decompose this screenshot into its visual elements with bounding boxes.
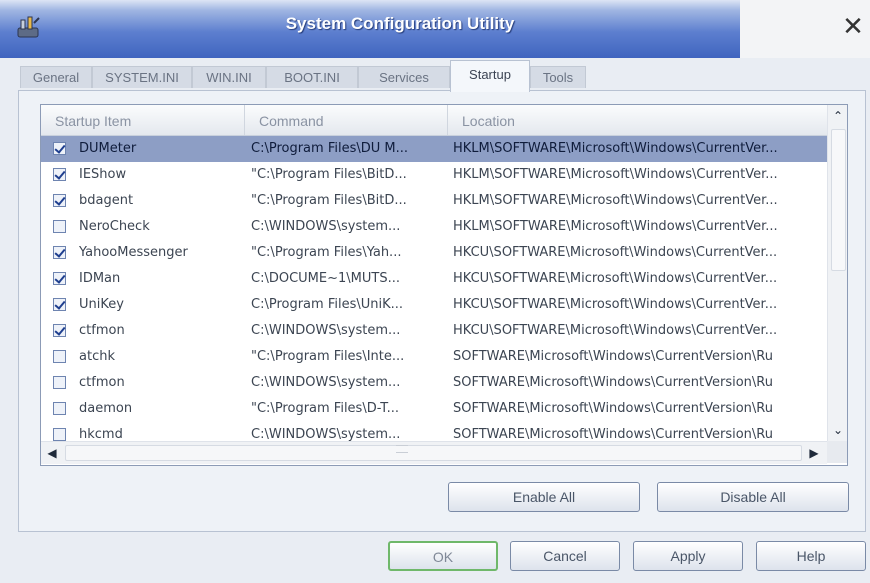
disable-all-label: Disable All (720, 489, 786, 505)
ok-button[interactable]: OK (388, 541, 498, 571)
startup-items-list[interactable]: Startup Item Command Location DUMeter C:\… (40, 104, 848, 466)
startup-item-checkbox[interactable] (53, 402, 66, 415)
ok-label: OK (432, 549, 454, 565)
startup-item-location: HKCU\SOFTWARE\Microsoft\Windows\CurrentV… (453, 297, 778, 312)
window-title: System Configuration Utility (285, 14, 515, 33)
startup-item-name: DUMeter (79, 141, 137, 156)
list-item[interactable]: ctfmon C:\WINDOWS\system... HKCU\SOFTWARE\… (41, 318, 827, 344)
startup-item-name: YahooMessenger (79, 245, 188, 260)
startup-item-command: "C:\Program Files\Yah... (251, 245, 402, 260)
list-item[interactable]: UniKey C:\Program Files\UniK... HKCU\SOFTW… (41, 292, 827, 318)
horizontal-scrollbar[interactable]: ◀ ▶ (41, 441, 827, 464)
tab-general[interactable]: General (20, 66, 92, 88)
list-header: Startup Item Command Location (41, 105, 827, 136)
startup-item-command: C:\WINDOWS\system... (251, 219, 401, 234)
startup-item-command: C:\WINDOWS\system... (251, 323, 401, 338)
list-item[interactable]: bdagent "C:\Program Files\BitD... HKLM\SOF… (41, 188, 827, 214)
apply-button[interactable]: Apply (633, 541, 743, 571)
startup-item-command: "C:\Program Files\D-T... (251, 401, 400, 416)
tab-win-ini[interactable]: WIN.INI (192, 66, 266, 88)
horizontal-scroll-thumb[interactable] (65, 445, 802, 461)
column-header-command[interactable]: Command (245, 105, 448, 135)
scroll-left-icon[interactable]: ◀ (41, 442, 63, 464)
tab-services[interactable]: Services (358, 66, 450, 88)
startup-item-location: HKCU\SOFTWARE\Microsoft\Windows\CurrentV… (453, 323, 778, 338)
help-label: Help (796, 548, 826, 564)
column-header-startup-item[interactable]: Startup Item (41, 105, 245, 135)
startup-item-checkbox[interactable] (53, 220, 66, 233)
vertical-scroll-thumb[interactable] (831, 129, 846, 271)
startup-item-checkbox[interactable] (53, 142, 66, 155)
column-header-location[interactable]: Location (448, 105, 827, 135)
apply-label: Apply (670, 548, 706, 564)
scroll-up-icon[interactable]: ⌃ (828, 105, 847, 127)
startup-item-checkbox[interactable] (53, 194, 66, 207)
startup-item-location: HKLM\SOFTWARE\Microsoft\Windows\CurrentV… (453, 167, 778, 182)
tab-system-ini[interactable]: SYSTEM.INI (92, 66, 192, 88)
tab-startup[interactable]: Startup (450, 60, 530, 92)
startup-item-name: atchk (79, 349, 115, 364)
scroll-right-icon[interactable]: ▶ (803, 442, 825, 464)
tab-boot-ini[interactable]: BOOT.INI (266, 66, 358, 88)
startup-item-command: C:\Program Files\DU M... (251, 141, 408, 156)
list-item[interactable]: daemon "C:\Program Files\D-T... SOFTWARE\M… (41, 396, 827, 422)
list-item[interactable]: atchk "C:\Program Files\Inte... SOFTWARE\M… (41, 344, 827, 370)
startup-item-checkbox[interactable] (53, 376, 66, 389)
startup-item-command: C:\Program Files\UniK... (251, 297, 404, 312)
startup-item-location: SOFTWARE\Microsoft\Windows\CurrentVersio… (453, 375, 773, 390)
startup-item-checkbox[interactable] (53, 324, 66, 337)
help-button[interactable]: Help (756, 541, 866, 571)
startup-item-checkbox[interactable] (53, 272, 66, 285)
startup-item-command: C:\DOCUME~1\MUTS... (251, 271, 400, 286)
startup-item-name: daemon (79, 401, 133, 416)
startup-item-checkbox[interactable] (53, 246, 66, 259)
list-item[interactable]: IEShow "C:\Program Files\BitD... HKLM\SOFT… (41, 162, 827, 188)
tab-tools[interactable]: Tools (530, 66, 586, 88)
list-item[interactable]: IDMan C:\DOCUME~1\MUTS... HKCU\SOFTWARE\Mi… (41, 266, 827, 292)
vertical-scrollbar[interactable]: ⌃ ⌄ (827, 105, 847, 441)
startup-item-name: IDMan (79, 271, 121, 286)
list-item[interactable]: NeroCheck C:\WINDOWS\system... HKLM\SOFTWA… (41, 214, 827, 240)
startup-item-name: bdagent (79, 193, 134, 208)
enable-all-label: Enable All (512, 489, 576, 505)
list-item[interactable]: ctfmon C:\WINDOWS\system... SOFTWARE\Micro… (41, 370, 827, 396)
startup-item-location: HKLM\SOFTWARE\Microsoft\Windows\CurrentV… (453, 219, 778, 234)
startup-item-checkbox[interactable] (53, 298, 66, 311)
startup-item-location: HKCU\SOFTWARE\Microsoft\Windows\CurrentV… (453, 245, 778, 260)
startup-item-command: "C:\Program Files\BitD... (251, 167, 407, 182)
startup-item-name: UniKey (79, 297, 124, 312)
startup-item-command: C:\WINDOWS\system... (251, 375, 401, 390)
startup-item-command: "C:\Program Files\BitD... (251, 193, 407, 208)
startup-item-command: "C:\Program Files\Inte... (251, 349, 405, 364)
startup-item-checkbox[interactable] (53, 350, 66, 363)
tab-strip: General SYSTEM.INI WIN.INI BOOT.INI Serv… (20, 60, 850, 92)
scroll-down-icon[interactable]: ⌄ (828, 419, 847, 441)
startup-item-location: SOFTWARE\Microsoft\Windows\CurrentVersio… (453, 401, 773, 416)
list-item[interactable]: DUMeter C:\Program Files\DU M... HKLM\SOFT… (41, 136, 827, 162)
startup-item-name: ctfmon (79, 375, 125, 390)
startup-item-location: HKLM\SOFTWARE\Microsoft\Windows\CurrentV… (453, 141, 778, 156)
close-icon[interactable]: ✕ (838, 12, 868, 42)
startup-item-location: HKCU\SOFTWARE\Microsoft\Windows\CurrentV… (453, 271, 778, 286)
startup-item-checkbox[interactable] (53, 168, 66, 181)
startup-item-location: HKLM\SOFTWARE\Microsoft\Windows\CurrentV… (453, 193, 778, 208)
system-configuration-window: System Configuration Utility ✕ General S… (0, 0, 870, 583)
startup-item-name: IEShow (79, 167, 127, 182)
cancel-button[interactable]: Cancel (510, 541, 620, 571)
scroll-grip-icon (396, 445, 408, 453)
cancel-label: Cancel (543, 548, 587, 564)
enable-all-button[interactable]: Enable All (448, 482, 640, 512)
disable-all-button[interactable]: Disable All (657, 482, 849, 512)
list-item[interactable]: YahooMessenger "C:\Program Files\Yah... HK… (41, 240, 827, 266)
startup-item-name: ctfmon (79, 323, 125, 338)
startup-item-location: SOFTWARE\Microsoft\Windows\CurrentVersio… (453, 349, 773, 364)
startup-item-checkbox[interactable] (53, 428, 66, 441)
list-rows: DUMeter C:\Program Files\DU M... HKLM\SOFT… (41, 136, 827, 448)
startup-item-name: NeroCheck (79, 219, 150, 234)
scrollbar-corner (827, 441, 847, 463)
